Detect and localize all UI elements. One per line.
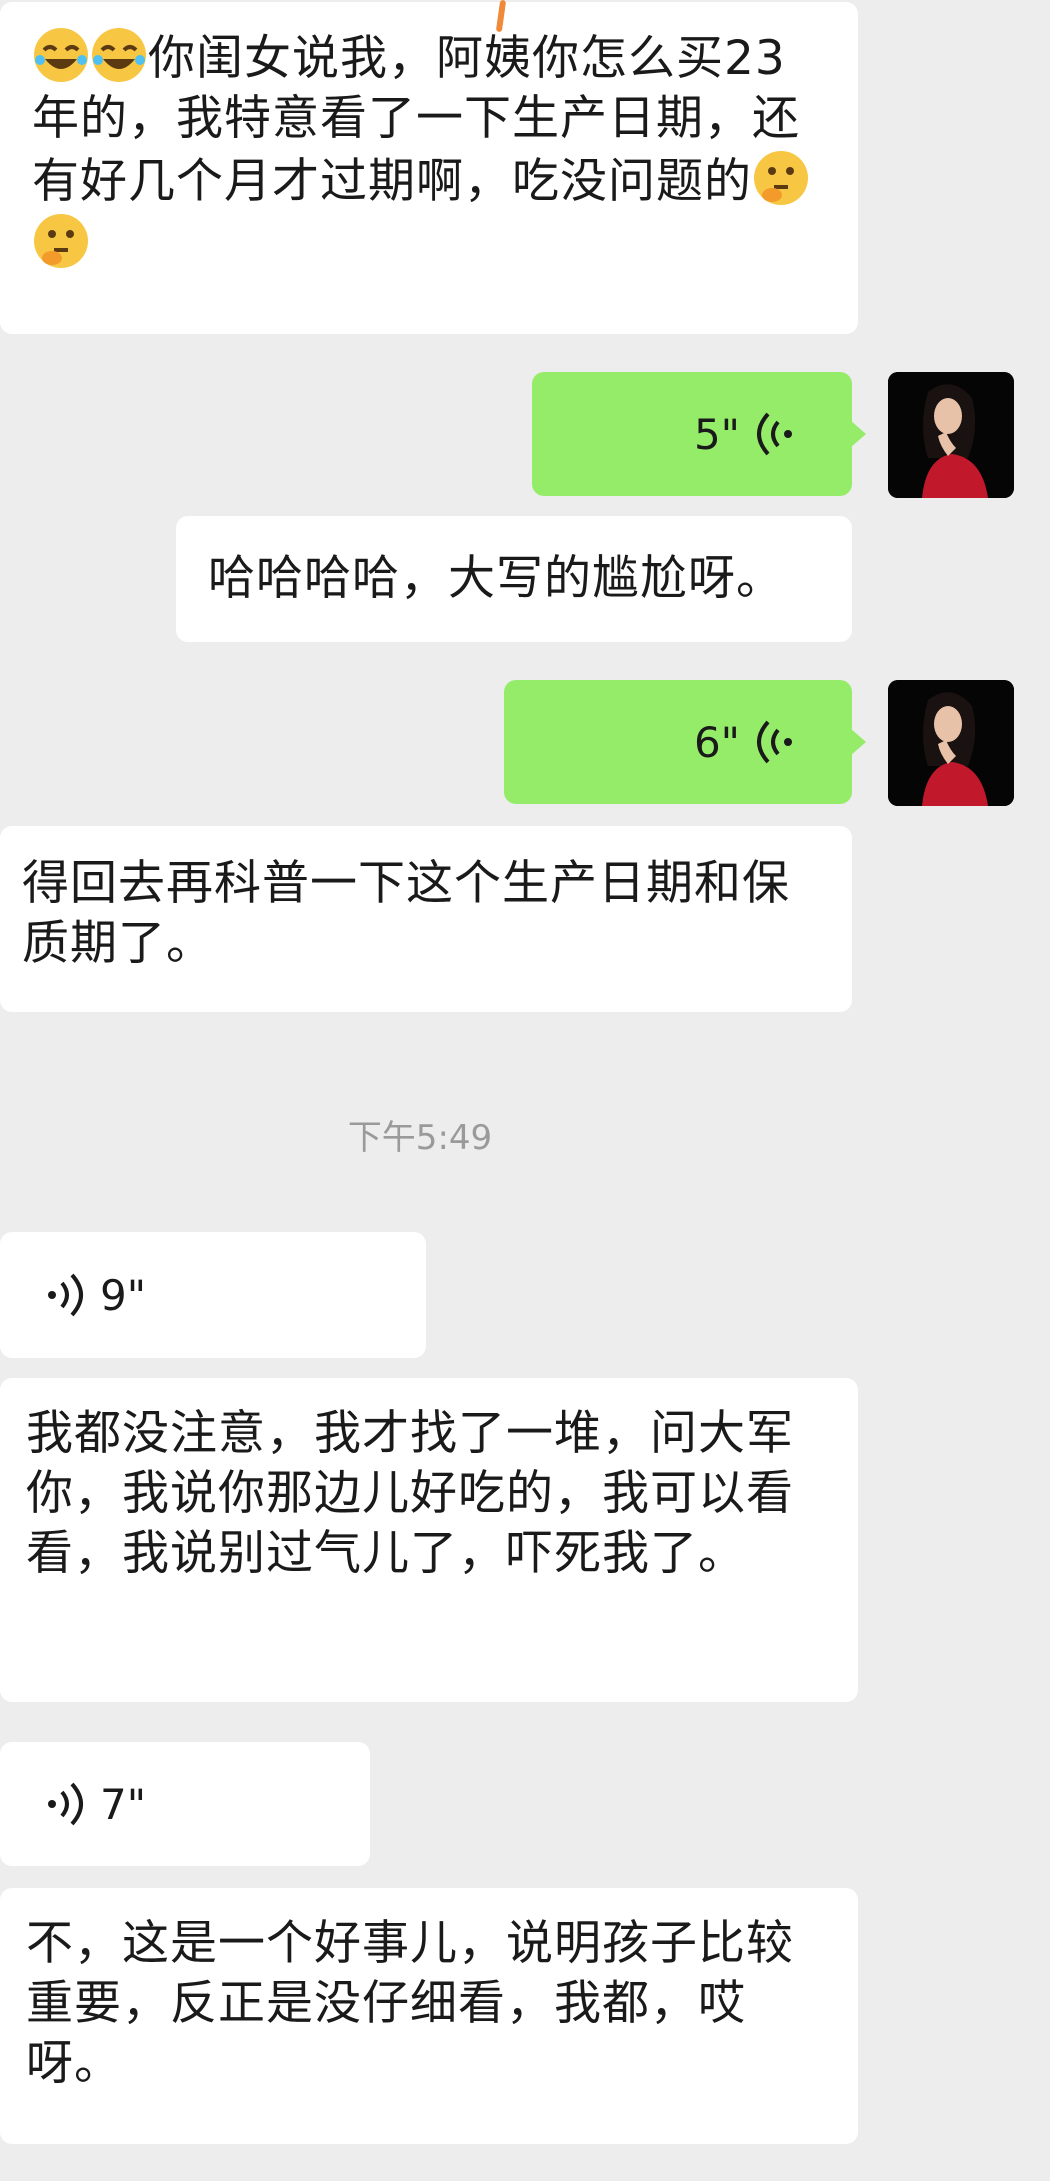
message-bubble-incoming[interactable]: 我都没注意，我才找了一堆，问大军你，我说你那边儿好吃的，我可以看看，我说别过气儿… — [0, 1378, 858, 1702]
voice-message-incoming[interactable]: 7" — [0, 1742, 370, 1866]
message-text: 不，这是一个好事儿，说明孩子比较重要，反正是没仔细看，我都，哎呀。 — [26, 1916, 794, 2091]
thinking-emoji-icon — [754, 151, 808, 205]
message-text: 哈哈哈哈，大写的尴尬呀。 — [208, 551, 784, 606]
message-text: 我都没注意，我才找了一堆，问大军你，我说你那边儿好吃的，我可以看看，我说别过气儿… — [26, 1406, 794, 1581]
thinking-emoji-icon — [34, 214, 88, 268]
voice-duration: 7" — [100, 1779, 147, 1829]
joy-emoji-icon — [34, 28, 88, 82]
message-bubble-incoming[interactable]: 你闺女说我，阿姨你怎么买23年的，我特意看了一下生产日期，还有好几个月才过期啊，… — [0, 2, 858, 334]
voice-message-outgoing[interactable]: 6" — [504, 680, 866, 804]
user-avatar[interactable] — [888, 680, 1014, 806]
user-avatar[interactable] — [888, 372, 1014, 498]
message-text: 你闺女说我，阿姨你怎么买23年的，我特意看了一下生产日期，还有好几个月才过期啊，… — [32, 26, 828, 275]
voice-wave-icon — [48, 1782, 83, 1826]
timestamp: 下午5:49 — [347, 1118, 493, 1158]
voice-message-incoming[interactable]: 9" — [0, 1232, 426, 1358]
message-bubble-incoming[interactable]: 得回去再科普一下这个生产日期和保质期了。 — [0, 826, 852, 1012]
message-text: 得回去再科普一下这个生产日期和保质期了。 — [22, 856, 790, 971]
message-text-body: 你闺女说我，阿姨你怎么买23年的，我特意看了一下生产日期，还有好几个月才过期啊，… — [32, 31, 800, 209]
message-bubble-outgoing[interactable]: 哈哈哈哈，大写的尴尬呀。 — [176, 516, 852, 642]
joy-emoji-icon — [92, 28, 146, 82]
voice-duration: 5" — [693, 409, 740, 459]
voice-message-outgoing[interactable]: 5" — [532, 372, 866, 496]
voice-duration: 6" — [693, 717, 740, 767]
voice-wave-icon — [48, 1273, 83, 1317]
message-bubble-incoming[interactable]: 不，这是一个好事儿，说明孩子比较重要，反正是没仔细看，我都，哎呀。 — [0, 1888, 858, 2144]
voice-duration: 9" — [100, 1270, 147, 1320]
voice-wave-icon — [757, 412, 792, 456]
voice-wave-icon — [757, 720, 792, 764]
